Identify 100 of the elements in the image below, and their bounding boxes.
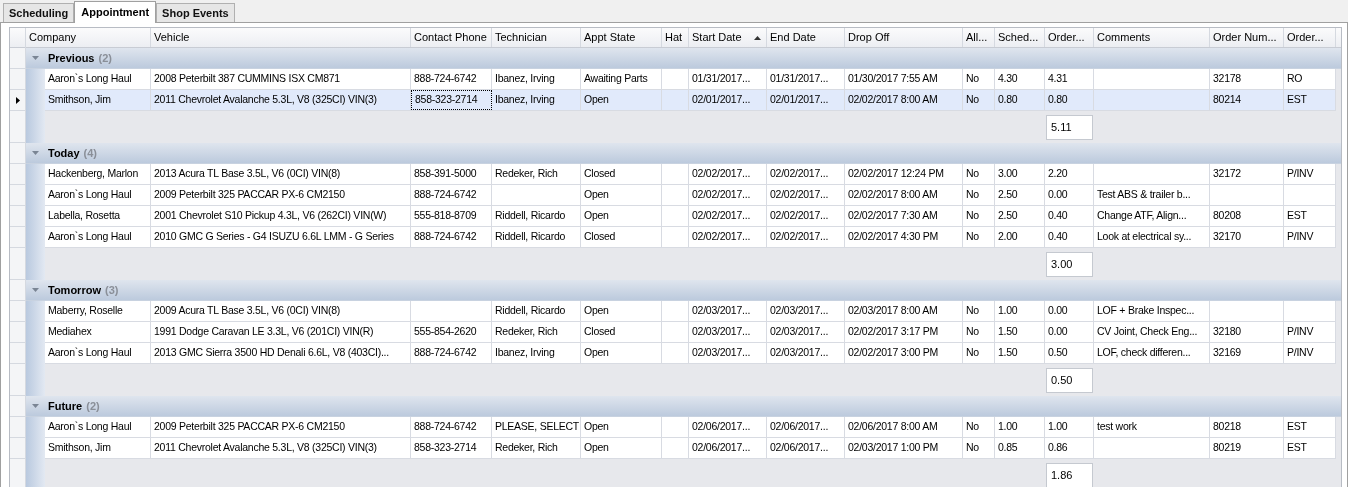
table-cell: 02/06/2017... <box>767 417 845 437</box>
row-indicator-cell[interactable] <box>10 459 26 487</box>
row-indicator-cell[interactable] <box>10 185 26 206</box>
column-header[interactable]: Order... <box>1045 28 1094 47</box>
row-indicator-cell[interactable] <box>10 48 26 69</box>
table-cell: 2013 Acura TL Base 3.5L, V6 (0CI) VIN(8) <box>151 164 411 184</box>
column-header[interactable]: Company <box>26 28 151 47</box>
row-indicator-cell[interactable] <box>10 227 26 248</box>
column-header[interactable]: Order... <box>1284 28 1336 47</box>
column-header[interactable]: Order Num... <box>1210 28 1284 47</box>
row-indicator-cell[interactable] <box>10 438 26 459</box>
table-cell: No <box>963 227 995 247</box>
table-cell: 0.85 <box>995 438 1045 458</box>
table-cell: 555-854-2620 <box>411 322 492 342</box>
column-header[interactable]: Technician <box>492 28 581 47</box>
sort-ascending-icon <box>754 36 761 40</box>
row-indicator-cell[interactable] <box>10 322 26 343</box>
column-header[interactable]: Drop Off <box>845 28 963 47</box>
table-cell: 02/03/2017... <box>767 343 845 363</box>
table-cell: Look at electrical sy... <box>1094 227 1210 247</box>
table-cell: 02/03/2017... <box>767 301 845 321</box>
row-indicator-cell[interactable] <box>10 69 26 90</box>
row-indicator-cell[interactable] <box>10 396 26 417</box>
table-cell: No <box>963 438 995 458</box>
table-cell: Maberry, Roselle <box>45 301 151 321</box>
table-cell: EST <box>1284 90 1336 110</box>
collapse-arrow-icon[interactable] <box>32 404 39 408</box>
table-row[interactable]: Labella, Rosetta 2001 Chevrolet S10 Pickup 4.3L, V6 (262CI) VIN(W) 555-818-8709 Riddell, Ricardo Open 02/02/2017... 02/02/2017... 02/02/2017 7:30 AM No 2.50 0.40 Change ATF, Align... 80208 EST <box>45 206 1336 227</box>
table-cell: 0.00 <box>1045 301 1094 321</box>
table-cell: 2009 Acura TL Base 3.5L, V6 (0CI) VIN(8) <box>151 301 411 321</box>
collapse-arrow-icon[interactable] <box>32 56 39 60</box>
table-cell: 02/02/2017... <box>767 185 845 205</box>
tab[interactable]: Shop Events <box>156 3 235 22</box>
table-cell: Aaron`s Long Haul <box>45 69 151 89</box>
table-row[interactable]: Aaron`s Long Haul 2013 GMC Sierra 3500 HD Denali 6.6L, V8 (403CI)... 888-724-6742 Ibanez, Irving Open 02/03/2017... 02/03/2017... 02/02/2017 3:00 PM No 1.50 0.50 LOF, check differen... 32169 P/INV <box>45 343 1336 364</box>
table-row[interactable]: Aaron`s Long Haul 2008 Peterbilt 387 CUMMINS ISX CM871 888-724-6742 Ibanez, Irving Awaiting Parts 01/31/2017... 01/31/2017... 01/30/2017 7:55 AM No 4.30 4.31 32178 RO <box>45 69 1336 90</box>
group-summary-total: 0.50 <box>1046 367 1093 393</box>
table-cell: 02/02/2017 8:00 AM <box>845 90 963 110</box>
row-indicator-cell[interactable] <box>10 111 26 143</box>
table-cell: Riddell, Ricardo <box>492 227 581 247</box>
column-header[interactable]: Sched... <box>995 28 1045 47</box>
row-indicator-cell[interactable] <box>10 90 26 111</box>
column-header[interactable]: Hat <box>662 28 689 47</box>
table-cell: 4.31 <box>1045 69 1094 89</box>
group-count: (2) <box>98 50 112 66</box>
table-cell: 02/03/2017... <box>689 322 767 342</box>
collapse-arrow-icon[interactable] <box>32 151 39 155</box>
column-header[interactable]: Start Date <box>689 28 767 47</box>
table-cell: Change ATF, Align... <box>1094 206 1210 226</box>
table-row[interactable]: Smithson, Jim 2011 Chevrolet Avalanche 5.3L, V8 (325CI) VIN(3) 858-323-2714 Redeker, Rich Open 02/06/2017... 02/06/2017... 02/03/2017 1:00 PM No 0.85 0.86 80219 EST <box>45 438 1336 459</box>
column-header[interactable]: Contact Phone <box>411 28 492 47</box>
table-cell: Smithson, Jim <box>45 90 151 110</box>
row-indicator-cell[interactable] <box>10 143 26 164</box>
group-count: (4) <box>83 145 98 161</box>
row-indicator-cell[interactable] <box>10 206 26 227</box>
table-cell: P/INV <box>1284 164 1336 184</box>
tab[interactable]: Appointment <box>74 1 157 23</box>
group-header[interactable]: Today (4) <box>26 143 1341 164</box>
table-cell: 80214 <box>1210 90 1284 110</box>
table-cell: 1.50 <box>995 322 1045 342</box>
column-header[interactable]: Comments <box>1094 28 1210 47</box>
table-cell: Smithson, Jim <box>45 438 151 458</box>
column-header[interactable]: Appt State <box>581 28 662 47</box>
row-indicator-cell[interactable] <box>10 301 26 322</box>
table-row[interactable]: Aaron`s Long Haul 2009 Peterbilt 325 PACCAR PX-6 CM2150 888-724-6742 PLEASE, SELECT Open 02/06/2017... 02/06/2017... 02/06/2017 8:00 AM No 1.00 1.00 test work 80218 EST <box>45 417 1336 438</box>
table-cell: No <box>963 164 995 184</box>
table-cell: 02/06/2017... <box>689 417 767 437</box>
table-row[interactable]: Aaron`s Long Haul 2010 GMC G Series - G4 ISUZU 6.6L LMM - G Series 888-724-6742 Riddell, Ricardo Closed 02/02/2017... 02/02/2017... 02/02/2017 4:30 PM No 2.00 0.40 Look at electrical sy... 32170 P/INV <box>45 227 1336 248</box>
table-row[interactable]: Mediahex 1991 Dodge Caravan LE 3.3L, V6 (201CI) VIN(R) 555-854-2620 Redeker, Rich Closed 02/03/2017... 02/03/2017... 02/02/2017 3:17 PM No 1.50 0.00 CV Joint, Check Eng... 32180 P/INV <box>45 322 1336 343</box>
table-row[interactable]: Hackenberg, Marlon 2013 Acura TL Base 3.5L, V6 (0CI) VIN(8) 858-391-5000 Redeker, Rich Closed 02/02/2017... 02/02/2017... 02/02/2017 12:24 PM No 3.00 2.20 32172 P/INV <box>45 164 1336 185</box>
table-row[interactable]: Aaron`s Long Haul 2009 Peterbilt 325 PACCAR PX-6 CM2150 888-724-6742 Open 02/02/2017... 02/02/2017... 02/02/2017 8:00 AM No 2.50 0.00 Test ABS & trailer b... <box>45 185 1336 206</box>
table-cell: EST <box>1284 206 1336 226</box>
table-cell: 2009 Peterbilt 325 PACCAR PX-6 CM2150 <box>151 417 411 437</box>
tab[interactable]: Scheduling <box>3 3 75 22</box>
table-cell: EST <box>1284 438 1336 458</box>
table-cell: 0.80 <box>995 90 1045 110</box>
row-indicator-cell[interactable] <box>10 248 26 280</box>
table-cell: Ibanez, Irving <box>492 69 581 89</box>
table-cell: 1.00 <box>995 417 1045 437</box>
group-header[interactable]: Future (2) <box>26 396 1341 417</box>
row-indicator-cell[interactable] <box>10 280 26 301</box>
table-cell: 32180 <box>1210 322 1284 342</box>
column-header[interactable]: All... <box>963 28 995 47</box>
row-indicator-cell[interactable] <box>10 364 26 396</box>
table-cell: 888-724-6742 <box>411 69 492 89</box>
group-header[interactable]: Previous (2) <box>26 48 1341 69</box>
collapse-arrow-icon[interactable] <box>32 288 39 292</box>
table-cell: 02/02/2017... <box>767 206 845 226</box>
column-header[interactable]: End Date <box>767 28 845 47</box>
group-header[interactable]: Tomorrow (3) <box>26 280 1341 301</box>
row-indicator-cell[interactable] <box>10 164 26 185</box>
row-indicator-cell[interactable] <box>10 417 26 438</box>
row-indicator-cell[interactable] <box>10 343 26 364</box>
column-header[interactable]: Vehicle <box>151 28 411 47</box>
table-cell: No <box>963 69 995 89</box>
table-cell: 02/02/2017 8:00 AM <box>845 185 963 205</box>
table-cell: 0.00 <box>1045 185 1094 205</box>
table-row[interactable]: Maberry, Roselle 2009 Acura TL Base 3.5L, V6 (0CI) VIN(8) Riddell, Ricardo Open 02/03/2017... 02/03/2017... 02/03/2017 8:00 AM No 1.00 0.00 LOF + Brake Inspec... <box>45 301 1336 322</box>
table-row[interactable]: Smithson, Jim 2011 Chevrolet Avalanche 5.3L, V8 (325CI) VIN(3) 858-323-2714 Ibanez, Irving Open 02/01/2017... 02/01/2017... 02/02/2017 8:00 AM No 0.80 0.80 80214 EST <box>45 90 1336 111</box>
group-count: (3) <box>104 282 119 298</box>
